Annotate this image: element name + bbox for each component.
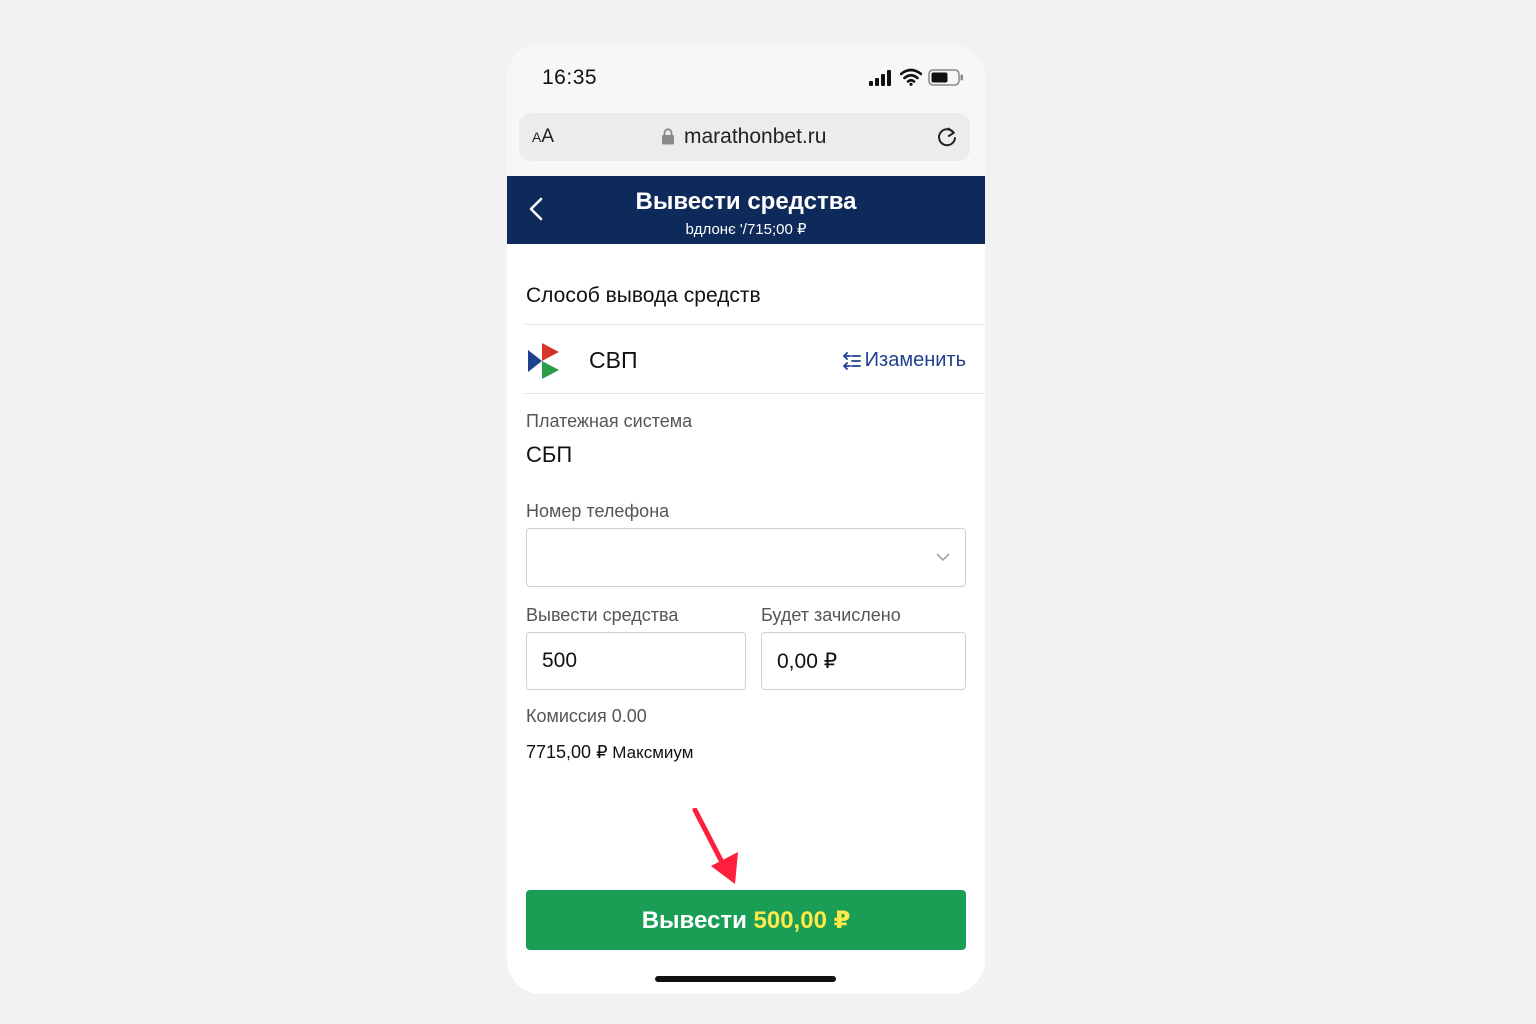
signal-icon bbox=[869, 70, 891, 86]
withdraw-amount-field[interactable] bbox=[526, 632, 746, 690]
phone-screen: 16:35 AA marathonbet.ru Вывести средства… bbox=[507, 44, 985, 994]
withdraw-button-label: Вывести bbox=[641, 907, 747, 934]
section-title: Слособ вывода средств bbox=[526, 284, 761, 307]
maximum-amount: 7715,00 ₽ bbox=[526, 742, 608, 762]
withdraw-amount-input[interactable] bbox=[527, 633, 745, 689]
maximum-label: Максмиум bbox=[612, 743, 694, 762]
phone-input[interactable] bbox=[527, 529, 965, 586]
address-bar[interactable]: AA marathonbet.ru bbox=[519, 113, 970, 161]
maximum-row: 7715,00 ₽ Максмиум bbox=[526, 742, 693, 763]
credited-amount-field[interactable] bbox=[761, 632, 966, 690]
payment-system-label: Платежная система bbox=[526, 411, 693, 431]
status-bar: 16:35 bbox=[507, 44, 985, 110]
sbp-logo-icon bbox=[528, 343, 559, 379]
text-size-button[interactable]: AA bbox=[532, 126, 554, 148]
phone-select[interactable] bbox=[526, 528, 966, 587]
lock-icon bbox=[662, 128, 674, 145]
change-method-button[interactable]: Изаменить bbox=[842, 349, 966, 372]
withdraw-label: Вывести средства bbox=[526, 605, 679, 625]
change-method-label: Изаменить bbox=[864, 349, 966, 371]
withdraw-button-amount: 500,00 ₽ bbox=[753, 907, 851, 934]
wifi-icon bbox=[900, 68, 922, 86]
credited-amount-input[interactable] bbox=[762, 633, 965, 689]
commission-text: Комиссия 0.00 bbox=[526, 706, 647, 726]
reload-icon[interactable] bbox=[935, 125, 959, 149]
page-title: Вывести средства bbox=[635, 188, 857, 215]
credited-label: Будет зачислено bbox=[761, 605, 901, 625]
home-indicator bbox=[655, 976, 836, 982]
page-header: Вывести средства bдлонє '/715;00 ₽ bbox=[507, 176, 985, 244]
swap-list-icon bbox=[842, 351, 861, 370]
payment-method-row: СВП Изаменить bbox=[507, 325, 985, 393]
method-name: СВП bbox=[589, 347, 638, 373]
phone-label: Номер телефона bbox=[526, 501, 670, 521]
divider bbox=[525, 393, 985, 394]
payment-system-value: СБП bbox=[526, 442, 573, 467]
pointer-arrow-icon bbox=[692, 808, 738, 884]
balance-text: bдлонє '/715;00 ₽ bbox=[685, 221, 807, 238]
url-text: marathonbet.ru bbox=[684, 125, 827, 148]
chevron-down-icon bbox=[936, 553, 950, 562]
withdraw-submit-button[interactable]: Вывести 500,00 ₽ bbox=[526, 890, 966, 950]
status-time: 16:35 bbox=[542, 66, 598, 89]
battery-icon bbox=[928, 69, 963, 86]
